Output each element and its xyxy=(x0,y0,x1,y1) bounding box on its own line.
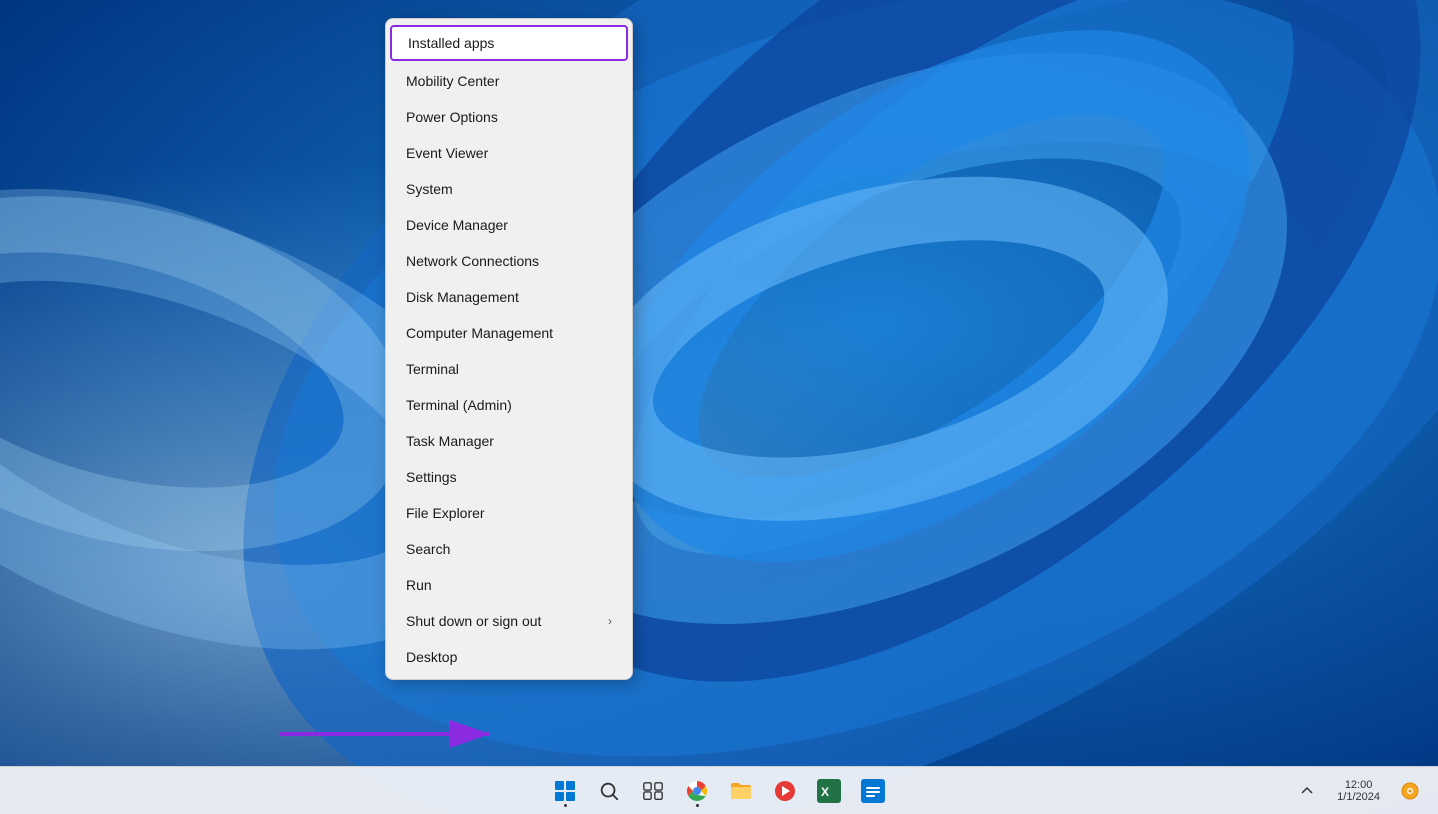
menu-item-shut-down[interactable]: Shut down or sign out › xyxy=(386,603,632,639)
task-view-button[interactable] xyxy=(633,771,673,811)
menu-item-label-shut-down: Shut down or sign out xyxy=(406,613,541,629)
menu-item-run[interactable]: Run xyxy=(386,567,632,603)
menu-item-task-manager[interactable]: Task Manager xyxy=(386,423,632,459)
svg-text:X: X xyxy=(821,785,829,799)
menu-item-label-desktop: Desktop xyxy=(406,649,457,665)
menu-item-label-file-explorer: File Explorer xyxy=(406,505,485,521)
start-button[interactable] xyxy=(545,771,585,811)
menu-item-disk-management[interactable]: Disk Management xyxy=(386,279,632,315)
time-display: 12:00 xyxy=(1345,779,1373,791)
taskbar: X 12:00 1/1/2024 xyxy=(0,766,1438,814)
menu-item-label-system: System xyxy=(406,181,453,197)
windows-logo-icon xyxy=(553,779,577,803)
menu-item-installed-apps[interactable]: Installed apps xyxy=(390,25,628,61)
app-red-button[interactable] xyxy=(765,771,805,811)
menu-item-mobility-center[interactable]: Mobility Center xyxy=(386,63,632,99)
arrow-icon xyxy=(280,714,510,754)
menu-item-power-options[interactable]: Power Options xyxy=(386,99,632,135)
menu-item-network-connections[interactable]: Network Connections xyxy=(386,243,632,279)
menu-item-search[interactable]: Search xyxy=(386,531,632,567)
menu-item-system[interactable]: System xyxy=(386,171,632,207)
taskbar-center: X xyxy=(545,771,893,811)
search-button[interactable] xyxy=(589,771,629,811)
chevron-up-icon xyxy=(1299,783,1315,799)
menu-item-label-run: Run xyxy=(406,577,432,593)
menu-item-label-terminal: Terminal xyxy=(406,361,459,377)
menu-item-device-manager[interactable]: Device Manager xyxy=(386,207,632,243)
clock-display[interactable]: 12:00 1/1/2024 xyxy=(1331,779,1386,803)
menu-item-arrow-shut-down: › xyxy=(608,614,612,628)
menu-item-terminal[interactable]: Terminal xyxy=(386,351,632,387)
chrome-active-dot xyxy=(696,804,699,807)
menu-item-file-explorer[interactable]: File Explorer xyxy=(386,495,632,531)
menu-item-label-disk-management: Disk Management xyxy=(406,289,519,305)
task-view-icon xyxy=(642,780,664,802)
menu-item-desktop[interactable]: Desktop xyxy=(386,639,632,675)
app-blue-button[interactable] xyxy=(853,771,893,811)
menu-item-computer-management[interactable]: Computer Management xyxy=(386,315,632,351)
menu-item-label-task-manager: Task Manager xyxy=(406,433,494,449)
clock-taskbar-icon xyxy=(1400,781,1420,801)
app-red-icon xyxy=(773,779,797,803)
menu-item-label-mobility-center: Mobility Center xyxy=(406,73,499,89)
chrome-icon xyxy=(685,779,709,803)
arrow-annotation xyxy=(280,714,510,754)
start-active-dot xyxy=(564,804,567,807)
file-explorer-icon xyxy=(729,779,753,803)
file-explorer-button[interactable] xyxy=(721,771,761,811)
excel-button[interactable]: X xyxy=(809,771,849,811)
menu-item-label-computer-management: Computer Management xyxy=(406,325,553,341)
menu-item-label-search: Search xyxy=(406,541,450,557)
excel-icon: X xyxy=(817,779,841,803)
notification-icon-button[interactable] xyxy=(1390,771,1430,811)
chevron-up-button[interactable] xyxy=(1287,771,1327,811)
menu-item-terminal-admin[interactable]: Terminal (Admin) xyxy=(386,387,632,423)
menu-item-label-event-viewer: Event Viewer xyxy=(406,145,488,161)
menu-item-label-network-connections: Network Connections xyxy=(406,253,539,269)
menu-item-event-viewer[interactable]: Event Viewer xyxy=(386,135,632,171)
menu-item-label-power-options: Power Options xyxy=(406,109,498,125)
menu-item-label-settings: Settings xyxy=(406,469,457,485)
context-menu: Installed apps Mobility Center Power Optio… xyxy=(385,18,633,680)
menu-item-label-device-manager: Device Manager xyxy=(406,217,508,233)
menu-item-label-terminal-admin: Terminal (Admin) xyxy=(406,397,512,413)
app-blue-icon xyxy=(861,779,885,803)
chrome-button[interactable] xyxy=(677,771,717,811)
search-taskbar-icon xyxy=(598,780,620,802)
menu-item-settings[interactable]: Settings xyxy=(386,459,632,495)
system-tray: 12:00 1/1/2024 xyxy=(1287,771,1430,811)
menu-item-label-installed-apps: Installed apps xyxy=(408,35,494,51)
desktop: Installed apps Mobility Center Power Optio… xyxy=(0,0,1438,814)
date-display: 1/1/2024 xyxy=(1337,791,1380,803)
